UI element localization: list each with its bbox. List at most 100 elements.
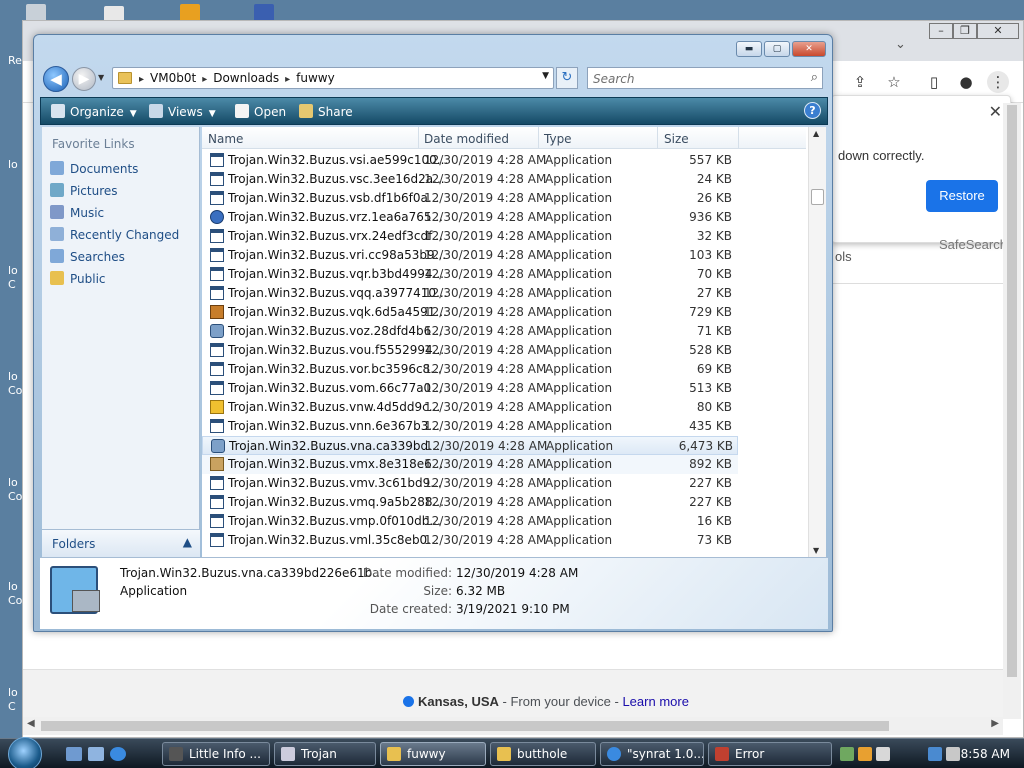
forward-button[interactable]: ▶ bbox=[72, 67, 96, 91]
file-row[interactable]: Trojan.Win32.Buzus.vqr.b3bd4994... 12/30/… bbox=[202, 265, 738, 284]
desktop-icon-label[interactable]: Re bbox=[8, 54, 22, 67]
learn-more-link[interactable]: Learn more bbox=[622, 694, 688, 709]
scrollbar-thumb[interactable] bbox=[1007, 105, 1017, 677]
switch-windows-icon[interactable] bbox=[88, 747, 104, 761]
history-dropdown-icon[interactable]: ▼ bbox=[98, 73, 104, 82]
vertical-scrollbar[interactable] bbox=[1003, 103, 1021, 719]
file-row[interactable]: Trojan.Win32.Buzus.vor.bc3596c8... 12/30/… bbox=[202, 360, 738, 379]
column-header-type[interactable]: Type bbox=[544, 132, 572, 146]
scroll-right-icon[interactable]: ▶ bbox=[991, 718, 999, 729]
side-panel-icon[interactable]: ▯ bbox=[923, 71, 945, 93]
nav-item-recently-changed[interactable]: Recently Changed bbox=[50, 227, 179, 242]
file-row[interactable]: Trojan.Win32.Buzus.vsi.ae599c100... 12/30… bbox=[202, 151, 738, 170]
network-icon[interactable] bbox=[928, 747, 942, 761]
taskbar-button[interactable]: fuwwy bbox=[380, 742, 486, 766]
share-icon[interactable]: ⇪ bbox=[849, 71, 871, 93]
taskbar-button[interactable]: butthole bbox=[490, 742, 596, 766]
file-row[interactable]: Trojan.Win32.Buzus.vnn.6e367b3... 12/30/2… bbox=[202, 417, 738, 436]
nav-item-searches[interactable]: Searches bbox=[50, 249, 125, 264]
file-row[interactable]: Trojan.Win32.Buzus.vrx.24edf3cdf... 12/30… bbox=[202, 227, 738, 246]
column-header-size[interactable]: Size bbox=[664, 132, 689, 146]
address-dropdown-icon[interactable]: ▼ bbox=[542, 71, 549, 81]
close-icon[interactable]: ✕ bbox=[977, 23, 1019, 39]
minimize-button[interactable]: ▬ bbox=[736, 41, 762, 57]
organize-button[interactable]: Organize ▼ bbox=[51, 104, 137, 119]
desktop-icon-label[interactable]: lo bbox=[8, 158, 18, 171]
desktop-icon-label[interactable]: lo C bbox=[8, 264, 22, 292]
volume-icon[interactable] bbox=[946, 747, 960, 761]
file-row[interactable]: Trojan.Win32.Buzus.vqk.6d5a4591... 12/30/… bbox=[202, 303, 738, 322]
chevron-down-icon[interactable]: ⌄ bbox=[895, 37, 906, 52]
menu-kebab-icon[interactable]: ⋮ bbox=[987, 71, 1009, 93]
file-list-scrollbar[interactable]: ▲ ▼ bbox=[808, 127, 826, 557]
breadcrumb-arrow-icon[interactable]: ▸ bbox=[139, 74, 144, 85]
file-row[interactable]: Trojan.Win32.Buzus.vsc.3ee16d2a... 12/30/… bbox=[202, 170, 738, 189]
file-row[interactable]: Trojan.Win32.Buzus.vna.ca339bd... 12/30/2… bbox=[202, 436, 738, 455]
desktop-icon-label[interactable]: lo Co bbox=[8, 476, 22, 504]
maximize-button[interactable]: ▢ bbox=[764, 41, 790, 57]
taskbar-button[interactable]: "synrat 1.0... bbox=[600, 742, 704, 766]
column-header-name[interactable]: Name bbox=[208, 132, 243, 146]
file-row[interactable]: Trojan.Win32.Buzus.vml.35c8eb0... 12/30/2… bbox=[202, 531, 738, 550]
desktop-icon-label[interactable]: lo C bbox=[8, 686, 22, 714]
file-row[interactable]: Trojan.Win32.Buzus.vou.f5552994... 12/30/… bbox=[202, 341, 738, 360]
scrollbar-thumb[interactable] bbox=[811, 189, 824, 205]
internet-explorer-icon[interactable] bbox=[110, 747, 126, 761]
restore-button[interactable]: Restore bbox=[926, 180, 998, 212]
desktop-icon-label[interactable]: lo Co bbox=[8, 370, 22, 398]
scroll-left-icon[interactable]: ◀ bbox=[27, 718, 35, 729]
breadcrumb-item[interactable]: fuwwy bbox=[296, 71, 335, 85]
search-icon[interactable]: ⌕ bbox=[811, 70, 818, 85]
open-button[interactable]: Open bbox=[235, 104, 286, 119]
back-button[interactable]: ◀ bbox=[43, 66, 69, 92]
nav-item-public[interactable]: Public bbox=[50, 271, 106, 286]
nav-item-pictures[interactable]: Pictures bbox=[50, 183, 118, 198]
profile-icon[interactable]: ● bbox=[955, 71, 977, 93]
file-row[interactable]: Trojan.Win32.Buzus.vri.cc98a53b9... 12/30… bbox=[202, 246, 738, 265]
file-row[interactable]: Trojan.Win32.Buzus.vqq.a3977410... 12/30/… bbox=[202, 284, 738, 303]
scroll-up-icon[interactable]: ▲ bbox=[813, 129, 819, 138]
horizontal-scrollbar[interactable]: ◀ ▶ bbox=[23, 717, 1003, 735]
file-row[interactable]: Trojan.Win32.Buzus.vrz.1ea6a765... 12/30/… bbox=[202, 208, 738, 227]
close-button[interactable]: ✕ bbox=[792, 41, 826, 57]
scrollbar-thumb[interactable] bbox=[41, 721, 889, 731]
help-icon[interactable]: ? bbox=[804, 102, 821, 119]
breadcrumb-arrow-icon[interactable]: ▸ bbox=[202, 74, 207, 85]
safesearch-label[interactable]: SafeSearch bbox=[939, 237, 1007, 252]
breadcrumb-item[interactable]: Downloads bbox=[213, 71, 279, 85]
column-divider[interactable] bbox=[538, 127, 539, 149]
maximize-icon[interactable]: ❐ bbox=[953, 23, 977, 39]
address-bar[interactable]: ▸ VM0b0t ▸ Downloads ▸ fuwwy ▼ bbox=[112, 67, 554, 89]
column-header-date[interactable]: Date modified bbox=[424, 132, 509, 146]
refresh-button[interactable]: ↻ bbox=[556, 67, 578, 89]
breadcrumb-arrow-icon[interactable]: ▸ bbox=[285, 74, 290, 85]
file-row[interactable]: Trojan.Win32.Buzus.vmx.8e318e6... 12/30/2… bbox=[202, 455, 738, 474]
star-icon[interactable]: ☆ bbox=[883, 71, 905, 93]
file-row[interactable]: Trojan.Win32.Buzus.vmq.9a5b288... 12/30/2… bbox=[202, 493, 738, 512]
file-row[interactable]: Trojan.Win32.Buzus.vom.66c77a0... 12/30/2… bbox=[202, 379, 738, 398]
nav-item-documents[interactable]: Documents bbox=[50, 161, 138, 176]
desktop-icon-label[interactable]: lo Co bbox=[8, 580, 22, 608]
scroll-down-icon[interactable]: ▼ bbox=[813, 546, 819, 555]
breadcrumb-item[interactable]: VM0b0t bbox=[150, 71, 196, 85]
nav-item-music[interactable]: Music bbox=[50, 205, 104, 220]
column-divider[interactable] bbox=[738, 127, 739, 149]
file-row[interactable]: Trojan.Win32.Buzus.vmv.3c61bd9... 12/30/2… bbox=[202, 474, 738, 493]
tools-link[interactable]: ols bbox=[835, 249, 852, 264]
clock[interactable]: 8:58 AM bbox=[961, 747, 1010, 761]
file-row[interactable]: Trojan.Win32.Buzus.vmp.0f010db... 12/30/2… bbox=[202, 512, 738, 531]
minimize-icon[interactable]: – bbox=[929, 23, 953, 39]
column-divider[interactable] bbox=[418, 127, 419, 149]
taskbar-button[interactable]: Error bbox=[708, 742, 832, 766]
tray-icon[interactable] bbox=[876, 747, 890, 761]
file-row[interactable]: Trojan.Win32.Buzus.vnw.4d5dd9c... 12/30/2… bbox=[202, 398, 738, 417]
taskbar-button[interactable]: Trojan bbox=[274, 742, 376, 766]
taskbar-button[interactable]: Little Info ... bbox=[162, 742, 270, 766]
search-input[interactable]: Search ⌕ bbox=[587, 67, 823, 89]
tray-icon[interactable] bbox=[858, 747, 872, 761]
column-divider[interactable] bbox=[657, 127, 658, 149]
tray-icon[interactable] bbox=[840, 747, 854, 761]
share-button[interactable]: Share bbox=[299, 104, 353, 119]
views-button[interactable]: Views ▼ bbox=[149, 104, 216, 119]
file-row[interactable]: Trojan.Win32.Buzus.vsb.df1b6f0a... 12/30/… bbox=[202, 189, 738, 208]
